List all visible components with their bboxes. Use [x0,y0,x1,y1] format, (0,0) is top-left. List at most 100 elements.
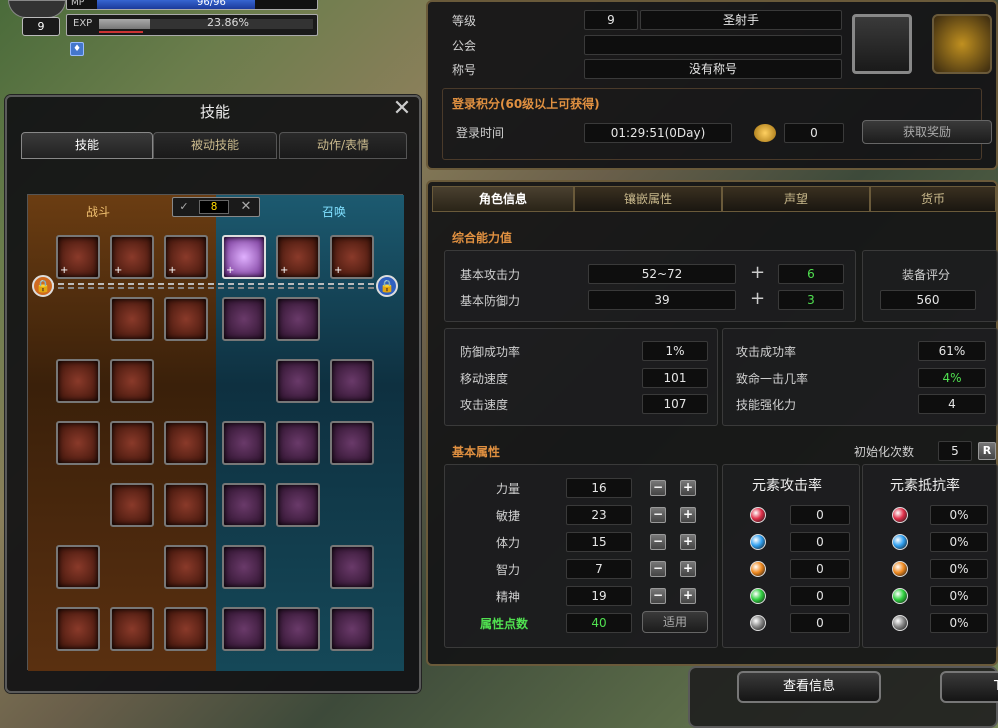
earth-orb-icon [892,588,908,604]
tab-currency[interactable]: 货币 [870,186,996,212]
light-orb-icon [892,561,908,577]
stat-left-label: 防御成功率 [460,345,521,359]
skill-slot[interactable] [276,483,320,527]
skill-slot[interactable] [222,483,266,527]
guild-value [584,35,842,55]
skill-slot-selected[interactable]: + [222,235,266,279]
mp-fill [97,0,256,9]
increase-button[interactable]: + [680,534,696,550]
skill-slot[interactable] [276,607,320,651]
skill-slot[interactable] [56,359,100,403]
skill-slot[interactable] [276,297,320,341]
elem-resist-title: 元素抵抗率 [890,478,960,494]
elem-resist-value: 0% [930,586,988,606]
skill-slot[interactable] [330,359,374,403]
skill-slot[interactable] [110,607,154,651]
decrease-button[interactable]: − [650,534,666,550]
decrease-button[interactable]: − [650,480,666,496]
tab-passive-skills[interactable]: 被动技能 [153,132,277,159]
plus-icon: + [750,288,766,309]
tab-character-info[interactable]: 角色信息 [432,186,574,212]
skill-slot[interactable]: + [56,235,100,279]
skill-slot[interactable]: + [330,235,374,279]
emblem-slot[interactable] [852,14,912,74]
skill-slot[interactable] [164,545,208,589]
skill-slot[interactable] [56,545,100,589]
decrease-button[interactable]: − [650,588,666,604]
skill-slot[interactable] [164,297,208,341]
tab-reputation[interactable]: 声望 [722,186,870,212]
skill-slot[interactable] [222,297,266,341]
skill-slot[interactable]: + [276,235,320,279]
attack-label: 基本攻击力 [460,268,521,282]
decrease-button[interactable]: − [650,561,666,577]
skill-slot[interactable] [56,421,100,465]
skill-slot[interactable]: + [164,235,208,279]
tab-socket-attributes[interactable]: 镶嵌属性 [574,186,722,212]
skill-slot[interactable] [330,421,374,465]
stat-value: 15 [566,532,632,552]
basic-combat-section [444,250,856,322]
avatar[interactable] [8,0,66,18]
stat-right-label: 技能强化力 [736,398,797,412]
checkmark-icon: ✓ [179,200,189,213]
defense-bonus: 3 [778,290,844,310]
exp-label: EXP [73,18,93,29]
skill-tree-panel: 战斗 召唤 ✓ 8 ✕ 🔒 🔒 + + + + + + [27,194,404,671]
player-status-bar: MP 96/96 EXP 23.86% 9 [0,0,318,40]
skill-slot[interactable] [222,607,266,651]
attack-bonus: 6 [778,264,844,284]
skill-slot[interactable] [222,421,266,465]
light-orb-icon [750,561,766,577]
skill-slot[interactable] [56,607,100,651]
skill-slot[interactable] [110,421,154,465]
decrease-button[interactable]: − [650,507,666,523]
exp-rest-indicator [99,31,143,33]
skill-slot[interactable]: + [110,235,154,279]
elem-attack-value: 0 [790,586,850,606]
title-label: 称号 [452,63,477,77]
skill-slot[interactable] [222,545,266,589]
stat-right-label: 致命一击几率 [736,372,809,386]
mp-value: 96/96 [197,0,226,8]
combat-section-title: 综合能力值 [452,231,513,245]
tab-actions[interactable]: 动作/表情 [279,132,407,159]
dark-orb-icon [892,615,908,631]
skill-slot[interactable] [110,297,154,341]
skill-slot[interactable] [276,359,320,403]
skill-slot[interactable] [110,359,154,403]
stat-label: 智力 [496,563,521,577]
stat-left-value: 1% [642,341,708,361]
skill-slot[interactable] [164,483,208,527]
medal-icon[interactable] [932,14,992,74]
claim-reward-button[interactable]: 获取奖励 [862,120,992,144]
skill-slot[interactable] [110,483,154,527]
reset-button[interactable]: R [978,442,996,460]
tab-skills[interactable]: 技能 [21,132,153,159]
apply-button[interactable]: 适用 [642,611,708,633]
stat-value: 19 [566,586,632,606]
exp-track [99,19,313,29]
skill-point-counter: ✓ 8 ✕ [172,197,260,217]
skill-points-value: 8 [199,200,229,214]
increase-button[interactable]: + [680,480,696,496]
skill-slot[interactable] [330,607,374,651]
earth-orb-icon [750,588,766,604]
increase-button[interactable]: + [680,507,696,523]
defense-label: 基本防御力 [460,294,521,308]
buff-icon[interactable]: ♦ [70,42,84,56]
defense-value: 39 [588,290,736,310]
skill-slot[interactable] [164,421,208,465]
skill-slot[interactable] [164,607,208,651]
view-info-button[interactable]: 查看信息 [737,671,881,703]
increase-button[interactable]: + [680,588,696,604]
skill-slot[interactable] [330,545,374,589]
elem-resist-value: 0% [930,532,988,552]
lock-icon-right: 🔒 [376,275,398,297]
increase-button[interactable]: + [680,561,696,577]
close-icon[interactable]: ✕ [391,98,413,121]
t-button[interactable]: T [940,671,998,703]
exp-bar: EXP 23.86% [66,14,318,36]
dark-orb-icon [750,615,766,631]
skill-slot[interactable] [276,421,320,465]
